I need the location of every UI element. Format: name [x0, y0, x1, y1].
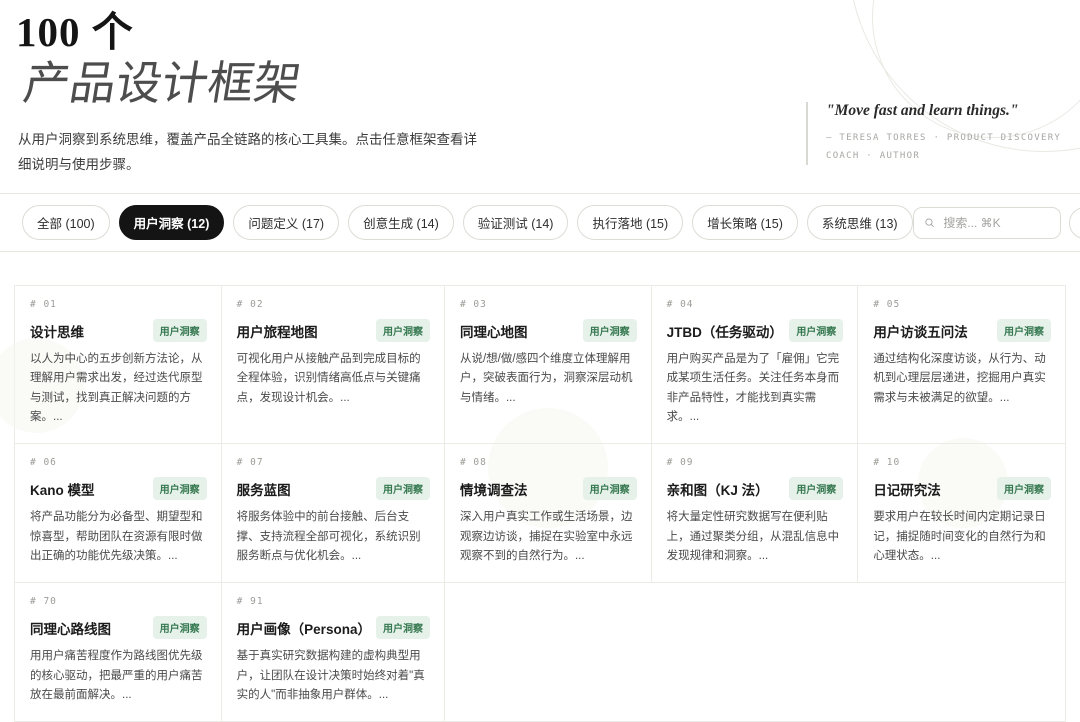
card-title: 用户画像（Persona） [237, 618, 371, 638]
card-category-badge: 用户洞察 [583, 319, 637, 342]
card-title: 设计思维 [30, 321, 84, 341]
card-title: 同理心地图 [460, 321, 528, 341]
framework-card[interactable]: # 08 情境调查法 用户洞察深入用户真实工作或生活场景，边观察边访谈，捕捉在实验室… [445, 444, 652, 583]
card-number: # 06 [30, 457, 207, 468]
framework-card[interactable]: # 09 亲和图（KJ 法） 用户洞察将大量定性研究数据写在便利贴上，通过聚类分组，… [652, 444, 859, 583]
card-header: 用户旅程地图 用户洞察 [237, 319, 430, 342]
card-category-badge: 用户洞察 [376, 616, 430, 639]
card-number: # 70 [30, 596, 207, 607]
card-description: 深入用户真实工作或生活场景，边观察边访谈，捕捉在实验室中永远观察不到的自然行为。… [460, 508, 637, 566]
card-header: 亲和图（KJ 法） 用户洞察 [667, 477, 844, 500]
quote-text: "Move fast and learn things." [826, 102, 1064, 120]
card-number: # 91 [237, 596, 430, 607]
card-number: # 03 [460, 299, 637, 310]
card-header: 用户画像（Persona）用户洞察 [237, 616, 430, 639]
card-number: # 05 [873, 299, 1051, 310]
empty-grid-area [445, 583, 1065, 721]
card-number: # 02 [237, 299, 430, 310]
card-title: 服务蓝图 [237, 479, 291, 499]
card-description: 基于真实研究数据构建的虚构典型用户，让团队在设计决策时始终对着"真实的人"而非抽… [237, 647, 430, 705]
card-header: 同理心路线图 用户洞察 [30, 616, 207, 639]
card-category-badge: 用户洞察 [997, 319, 1051, 342]
filter-pill[interactable]: 执行落地 (15) [577, 205, 683, 240]
framework-card[interactable]: # 03 同理心地图 用户洞察从说/想/做/感四个维度立体理解用户，突破表面行为，洞… [445, 286, 652, 444]
card-number: # 04 [667, 299, 844, 310]
filter-pill[interactable]: 问题定义 (17) [233, 205, 339, 240]
page-subtitle: 从用户洞察到系统思维，覆盖产品全链路的核心工具集。点击任意框架查看详细说明与使用… [18, 127, 488, 178]
search-icon [924, 216, 935, 229]
card-header: Kano 模型 用户洞察 [30, 477, 207, 500]
framework-card[interactable]: # 04 JTBD（任务驱动） 用户洞察用户购买产品是为了「雇佣」它完成某项生活任务… [652, 286, 859, 444]
card-header: 情境调查法 用户洞察 [460, 477, 637, 500]
filter-pill[interactable]: 全部 (100) [22, 205, 110, 240]
framework-card[interactable]: # 70 同理心路线图 用户洞察用用户痛苦程度作为路线图优先级的核心驱动，把最严重的… [15, 583, 222, 721]
card-title: 用户旅程地图 [237, 321, 318, 341]
card-title: 日记研究法 [873, 479, 941, 499]
card-description: 用户购买产品是为了「雇佣」它完成某项生活任务。关注任务本身而非产品特性，才能找到… [667, 350, 844, 427]
framework-card[interactable]: # 05 用户访谈五问法 用户洞察通过结构化深度访谈，从行为、动机到心理层层递进，挖… [858, 286, 1065, 444]
quote-block: "Move fast and learn things." — TERESA T… [806, 102, 1064, 165]
card-title: 用户访谈五问法 [873, 321, 968, 341]
card-number: # 01 [30, 299, 207, 310]
header-titles: 100 个 产品设计框架 从用户洞察到系统思维，覆盖产品全链路的核心工具集。点击… [16, 10, 488, 178]
filter-pill[interactable]: 用户洞察 (12) [119, 205, 225, 240]
framework-card[interactable]: # 91 用户画像（Persona）用户洞察基于真实研究数据构建的虚构典型用户，让… [222, 583, 445, 721]
page-title: 产品设计框架 [20, 59, 304, 110]
filter-pill[interactable]: 创意生成 (14) [348, 205, 454, 240]
filter-pill[interactable]: 增长策略 (15) [692, 205, 798, 240]
card-number: # 09 [667, 457, 844, 468]
framework-card[interactable]: # 06 Kano 模型 用户洞察将产品功能分为必备型、期望型和惊喜型，帮助团队在资… [15, 444, 222, 583]
card-description: 将产品功能分为必备型、期望型和惊喜型，帮助团队在资源有限时做出正确的功能优先级决… [30, 508, 207, 566]
framework-map-button[interactable]: 框架地图 [1069, 207, 1080, 239]
toolbar-right: 框架地图 [913, 207, 1080, 239]
framework-card[interactable]: # 07 服务蓝图 用户洞察将服务体验中的前台接触、后台支撑、支持流程全部可视化，系… [222, 444, 445, 583]
page-title-count: 100 个 [16, 10, 488, 55]
card-title: JTBD（任务驱动） [667, 321, 783, 341]
filter-pill[interactable]: 验证测试 (14) [463, 205, 569, 240]
card-description: 通过结构化深度访谈，从行为、动机到心理层层递进，挖掘用户真实需求与未被满足的欲望… [873, 350, 1051, 408]
card-description: 从说/想/做/感四个维度立体理解用户，突破表面行为，洞察深层动机与情绪。... [460, 350, 637, 408]
card-header: 日记研究法 用户洞察 [873, 477, 1051, 500]
framework-card[interactable]: # 02 用户旅程地图 用户洞察可视化用户从接触产品到完成目标的全程体验，识别情绪高… [222, 286, 445, 444]
card-title: 同理心路线图 [30, 618, 111, 638]
card-category-badge: 用户洞察 [789, 319, 843, 342]
card-description: 要求用户在较长时间内定期记录日记，捕捉随时间变化的自然行为和心理状态。... [873, 508, 1051, 566]
framework-card[interactable]: # 10 日记研究法 用户洞察要求用户在较长时间内定期记录日记，捕捉随时间变化的自然… [858, 444, 1065, 583]
card-header: 用户访谈五问法 用户洞察 [873, 319, 1051, 342]
card-header: 同理心地图 用户洞察 [460, 319, 637, 342]
filter-pill[interactable]: 系统思维 (13) [807, 205, 913, 240]
card-category-badge: 用户洞察 [997, 477, 1051, 500]
card-title: 亲和图（KJ 法） [667, 479, 769, 499]
card-category-badge: 用户洞察 [153, 616, 207, 639]
card-number: # 10 [873, 457, 1051, 468]
card-description: 可视化用户从接触产品到完成目标的全程体验，识别情绪高低点与关键痛点，发现设计机会… [237, 350, 430, 408]
card-category-badge: 用户洞察 [789, 477, 843, 500]
card-description: 以人为中心的五步创新方法论，从理解用户需求出发，经过迭代原型与测试，找到真正解决… [30, 350, 207, 427]
card-category-badge: 用户洞察 [153, 477, 207, 500]
card-category-badge: 用户洞察 [376, 319, 430, 342]
toolbar-divider [0, 251, 1080, 252]
search-box[interactable] [913, 207, 1061, 239]
quote-attribution: — TERESA TORRES · PRODUCT DISCOVERY COAC… [826, 130, 1064, 165]
card-description: 将服务体验中的前台接触、后台支撑、支持流程全部可视化，系统识别服务断点与优化机会… [237, 508, 430, 566]
search-input[interactable] [941, 215, 1049, 231]
card-description: 用用户痛苦程度作为路线图优先级的核心驱动，把最严重的用户痛苦放在最前面解决。..… [30, 647, 207, 705]
card-category-badge: 用户洞察 [583, 477, 637, 500]
card-category-badge: 用户洞察 [376, 477, 430, 500]
card-category-badge: 用户洞察 [153, 319, 207, 342]
filter-bar: 全部 (100) 用户洞察 (12)问题定义 (17) 创意生成 (14) 验证测试 … [22, 205, 913, 240]
card-title: Kano 模型 [30, 479, 95, 499]
card-number: # 08 [460, 457, 637, 468]
card-number: # 07 [237, 457, 430, 468]
framework-card[interactable]: # 01 设计思维 用户洞察以人为中心的五步创新方法论，从理解用户需求出发，经过迭代… [15, 286, 222, 444]
header: 100 个 产品设计框架 从用户洞察到系统思维，覆盖产品全链路的核心工具集。点击… [0, 0, 1080, 193]
card-header: 服务蓝图 用户洞察 [237, 477, 430, 500]
card-grid: # 01设计思维用户洞察以人为中心的五步创新方法论，从理解用户需求出发，经过迭代… [14, 285, 1066, 722]
card-title: 情境调查法 [460, 479, 528, 499]
card-header: JTBD（任务驱动） 用户洞察 [667, 319, 844, 342]
card-description: 将大量定性研究数据写在便利贴上，通过聚类分组，从混乱信息中发现规律和洞察。... [667, 508, 844, 566]
toolbar: 全部 (100) 用户洞察 (12)问题定义 (17) 创意生成 (14) 验证测试 … [0, 194, 1080, 251]
card-header: 设计思维 用户洞察 [30, 319, 207, 342]
